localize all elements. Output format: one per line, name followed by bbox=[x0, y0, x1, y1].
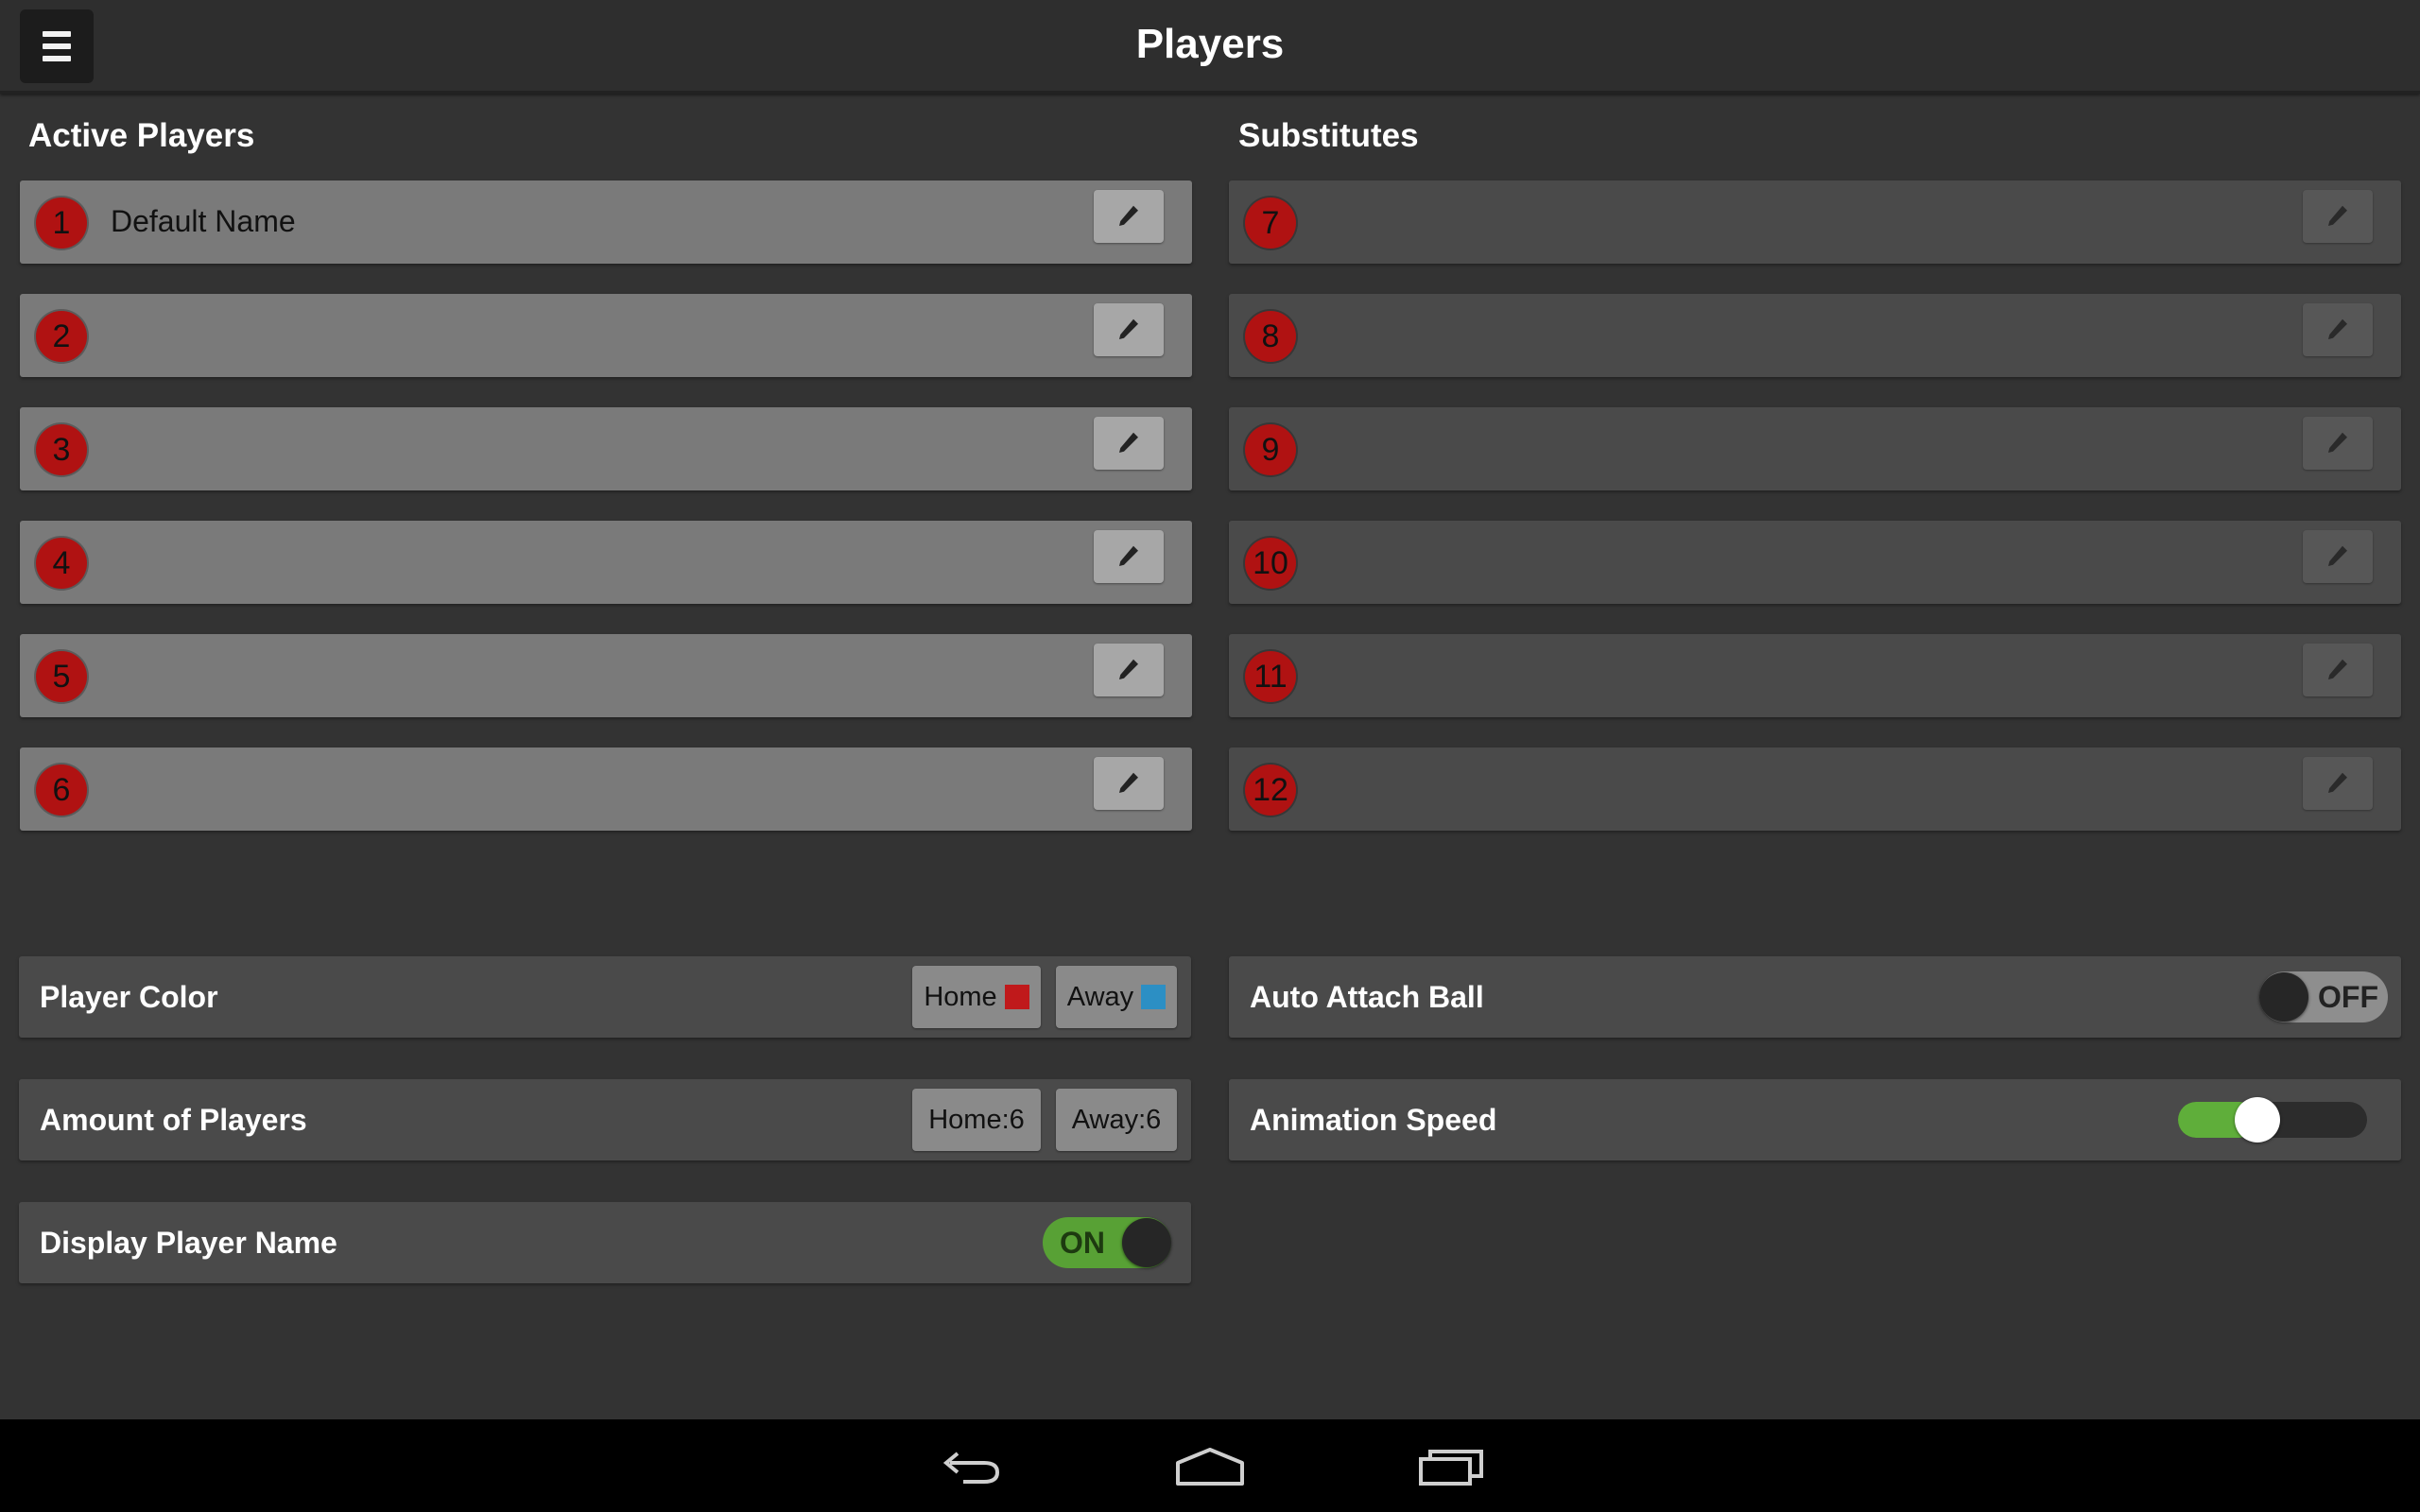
player-row-6[interactable]: 6 bbox=[20, 747, 1192, 831]
page-title: Players bbox=[1135, 21, 1285, 67]
edit-player-button[interactable] bbox=[2303, 417, 2373, 470]
home-color-swatch bbox=[1004, 985, 1029, 1009]
pencil-icon bbox=[2328, 318, 2347, 339]
pencil-icon bbox=[1119, 432, 1138, 453]
edit-player-button[interactable] bbox=[1094, 303, 1164, 356]
toggle-state-text: ON bbox=[1060, 1226, 1105, 1260]
pencil-icon bbox=[1119, 772, 1138, 793]
pencil-icon bbox=[2328, 205, 2347, 226]
edit-player-button[interactable] bbox=[2303, 190, 2373, 243]
pencil-icon bbox=[2328, 659, 2347, 679]
player-number-badge: 10 bbox=[1245, 538, 1296, 589]
edit-player-button[interactable] bbox=[1094, 644, 1164, 696]
away-color-swatch bbox=[1141, 985, 1167, 1009]
pencil-icon bbox=[2328, 772, 2347, 793]
player-number-badge: 12 bbox=[1245, 765, 1296, 816]
player-number-badge: 2 bbox=[36, 311, 87, 362]
home-amount-button[interactable]: Home:6 bbox=[912, 1089, 1041, 1151]
amount-of-players-label: Amount of Players bbox=[40, 1103, 307, 1137]
player-number-badge: 11 bbox=[1245, 651, 1296, 702]
home-color-button[interactable]: Home bbox=[912, 966, 1041, 1028]
substitutes-title: Substitutes bbox=[1238, 117, 1419, 154]
recent-apps-icon[interactable] bbox=[1409, 1440, 1494, 1491]
away-amount-label: Away:6 bbox=[1071, 1104, 1162, 1135]
player-row-2[interactable]: 2 bbox=[20, 294, 1192, 377]
edit-player-button[interactable] bbox=[2303, 530, 2373, 583]
players-screen: Players Active Players Substitutes 1 Def… bbox=[0, 0, 2420, 1512]
substitute-row-11[interactable]: 11 bbox=[1229, 634, 2401, 717]
edit-player-button[interactable] bbox=[1094, 757, 1164, 810]
slider-thumb[interactable] bbox=[2235, 1097, 2280, 1143]
away-color-label: Away bbox=[1066, 981, 1134, 1012]
animation-speed-label: Animation Speed bbox=[1250, 1103, 1497, 1137]
player-number-badge: 3 bbox=[36, 424, 87, 475]
substitute-row-7[interactable]: 7 bbox=[1229, 180, 2401, 264]
edit-player-button[interactable] bbox=[1094, 190, 1164, 243]
back-arrow-icon[interactable] bbox=[926, 1440, 1011, 1491]
auto-attach-ball-label: Auto Attach Ball bbox=[1250, 980, 1484, 1014]
edit-player-button[interactable] bbox=[1094, 530, 1164, 583]
away-color-button[interactable]: Away bbox=[1056, 966, 1177, 1028]
system-navigation-bar bbox=[0, 1419, 2420, 1512]
player-number-badge: 8 bbox=[1245, 311, 1296, 362]
auto-attach-ball-row: Auto Attach Ball OFF bbox=[1229, 956, 2401, 1038]
substitute-row-10[interactable]: 10 bbox=[1229, 521, 2401, 604]
away-amount-button[interactable]: Away:6 bbox=[1056, 1089, 1177, 1151]
pencil-icon bbox=[1119, 545, 1138, 566]
active-players-title: Active Players bbox=[28, 117, 255, 154]
pencil-icon bbox=[1119, 318, 1138, 339]
player-number-badge: 1 bbox=[36, 198, 87, 249]
toggle-knob bbox=[1122, 1218, 1171, 1267]
substitute-row-12[interactable]: 12 bbox=[1229, 747, 2401, 831]
player-number-badge: 7 bbox=[1245, 198, 1296, 249]
player-number-badge: 4 bbox=[36, 538, 87, 589]
player-number-badge: 9 bbox=[1245, 424, 1296, 475]
pencil-icon bbox=[2328, 432, 2347, 453]
substitute-row-8[interactable]: 8 bbox=[1229, 294, 2401, 377]
edit-player-button[interactable] bbox=[2303, 644, 2373, 696]
player-row-4[interactable]: 4 bbox=[20, 521, 1192, 604]
pencil-icon bbox=[1119, 659, 1138, 679]
home-color-label: Home bbox=[924, 981, 997, 1012]
edit-player-button[interactable] bbox=[2303, 303, 2373, 356]
amount-of-players-row: Amount of Players Home:6 Away:6 bbox=[19, 1079, 1191, 1160]
display-player-name-row: Display Player Name ON bbox=[19, 1202, 1191, 1283]
edit-player-button[interactable] bbox=[2303, 757, 2373, 810]
auto-attach-ball-toggle[interactable]: OFF bbox=[2259, 971, 2388, 1022]
edit-player-button[interactable] bbox=[1094, 417, 1164, 470]
pencil-icon bbox=[1119, 205, 1138, 226]
player-color-row: Player Color Home Away bbox=[19, 956, 1191, 1038]
player-number-badge: 5 bbox=[36, 651, 87, 702]
active-players-list: 1 Default Name 2 3 4 5 6 bbox=[20, 180, 1192, 861]
player-row-5[interactable]: 5 bbox=[20, 634, 1192, 717]
player-row-1[interactable]: 1 Default Name bbox=[20, 180, 1192, 264]
player-name: Default Name bbox=[111, 204, 296, 238]
player-color-label: Player Color bbox=[40, 980, 218, 1014]
animation-speed-row: Animation Speed bbox=[1229, 1079, 2401, 1160]
toggle-state-text: OFF bbox=[2318, 980, 2378, 1014]
home-icon[interactable] bbox=[1167, 1440, 1253, 1491]
home-amount-label: Home:6 bbox=[928, 1104, 1025, 1135]
animation-speed-slider[interactable] bbox=[2178, 1097, 2367, 1143]
pencil-icon bbox=[2328, 545, 2347, 566]
toggle-knob bbox=[2259, 972, 2308, 1022]
action-bar: Players bbox=[0, 0, 2420, 94]
player-number-badge: 6 bbox=[36, 765, 87, 816]
substitute-row-9[interactable]: 9 bbox=[1229, 407, 2401, 490]
substitutes-list: 7 8 9 10 11 12 bbox=[1229, 180, 2401, 861]
player-row-3[interactable]: 3 bbox=[20, 407, 1192, 490]
display-player-name-label: Display Player Name bbox=[40, 1226, 337, 1260]
display-player-name-toggle[interactable]: ON bbox=[1043, 1217, 1171, 1268]
